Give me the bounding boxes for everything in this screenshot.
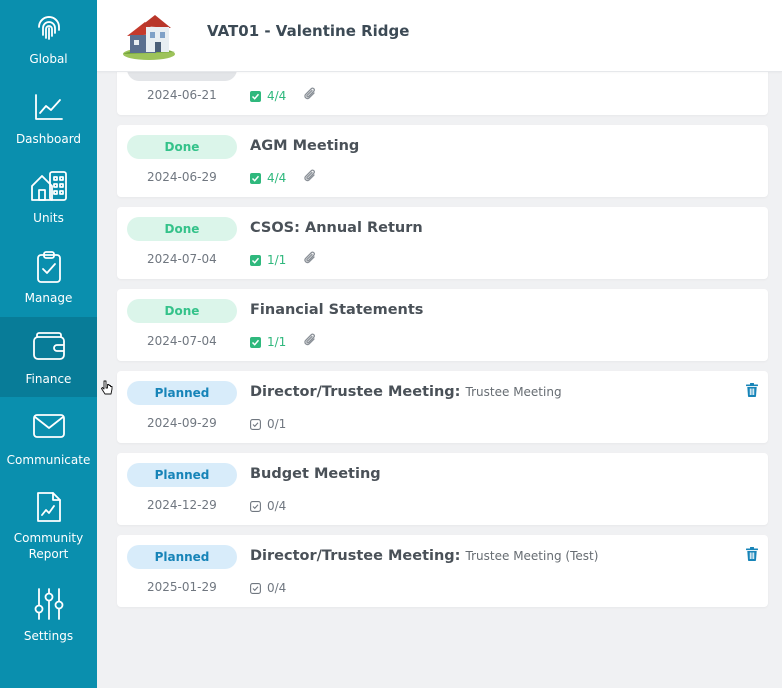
paperclip-icon[interactable] [303,168,317,184]
task-title-text: Financial Statements [250,302,424,318]
task-title: CSOS: Annual Return [250,220,423,236]
estate-logo [123,15,175,60]
task-card[interactable]: Planned Director/Trustee Meeting: Truste… [117,371,768,443]
paperclip-icon[interactable] [303,86,317,102]
sliders-icon [34,588,63,620]
task-date: 2024-12-29 [147,498,217,512]
chart-line-icon [34,94,63,120]
clipboard-check-icon [36,251,61,283]
checklist-progress: 4/4 [250,89,286,103]
document-chart-icon [36,492,61,522]
status-badge: Done [127,299,237,323]
progress-text: 1/1 [267,253,287,267]
task-card[interactable]: Planned Budget Meeting 2024-12-29 0/4 [117,453,768,525]
paperclip-icon[interactable] [303,332,317,348]
task-card[interactable]: Planned Director/Trustee Meeting: Truste… [117,535,768,607]
progress-text: 4/4 [267,171,287,185]
nav-units[interactable]: Units [0,160,97,240]
checkbox-outline-icon [250,582,261,594]
checkbox-outline-icon [250,500,261,512]
task-title: Director/Trustee Meeting: Trustee Meetin… [250,384,562,400]
checkbox-checked-icon [250,254,261,266]
nav-global[interactable]: Global [0,0,97,80]
envelope-icon [32,414,65,438]
task-card[interactable]: Done CSOS: Annual Return 2024-07-04 1/1 [117,207,768,279]
task-title-text: AGM Meeting [250,138,360,154]
nav-communicate[interactable]: Communicate [0,400,97,480]
nav-label: Manage [24,291,73,305]
nav-label: Units [33,211,64,225]
trash-icon[interactable] [746,383,758,397]
task-date: 2024-06-29 [147,170,217,184]
trash-icon[interactable] [746,547,758,561]
nav-label: Community Report [13,531,84,561]
checklist-progress: 0/4 [250,581,286,595]
page-title: VAT01 - Valentine Ridge [207,22,410,40]
status-badge: Planned [127,463,237,487]
checkbox-outline-icon [250,418,261,430]
checkbox-checked-icon [250,336,261,348]
nav-settings[interactable]: Settings [0,580,97,660]
fingerprint-icon [37,16,60,40]
status-badge: Done [127,217,237,241]
progress-text: 0/4 [267,581,287,595]
task-title-text: Director/Trustee Meeting: [250,384,461,400]
task-date: 2025-01-29 [147,580,217,594]
status-badge: Planned [127,381,237,405]
nav-label: Dashboard [15,132,82,146]
checklist-progress: 0/1 [250,417,286,431]
sidebar: Global Dashboard Units Manage Finance Co… [0,0,97,688]
task-title-text: CSOS: Annual Return [250,220,423,236]
status-badge: Done [127,135,237,159]
nav-dashboard[interactable]: Dashboard [0,80,97,160]
task-date: 2024-09-29 [147,416,217,430]
nav-label: Communicate [6,453,91,467]
progress-text: 0/1 [267,417,287,431]
task-card[interactable]: Done Financial Statements 2024-07-04 1/1 [117,289,768,361]
task-title: Financial Statements [250,302,423,318]
paperclip-icon[interactable] [303,250,317,266]
status-badge: Planned [127,545,237,569]
checklist-progress: 0/4 [250,499,286,513]
nav-label: Global [29,52,68,66]
progress-text: 4/4 [267,89,287,103]
checkbox-checked-icon [250,172,261,184]
task-title: Budget Meeting [250,466,381,482]
task-subtitle: Trustee Meeting [465,385,562,399]
task-subtitle: Trustee Meeting (Test) [465,549,599,563]
checklist-progress: 1/1 [250,253,286,267]
task-title: AGM Meeting [250,138,359,154]
units-building-icon [30,171,67,201]
checklist-progress: 1/1 [250,335,286,349]
task-date: 2024-07-04 [147,252,217,266]
nav-label: Settings [23,629,74,643]
progress-text: 1/1 [267,335,287,349]
task-date: 2024-06-21 [147,88,217,102]
task-card[interactable]: Done AGM Meeting 2024-06-29 4/4 [117,125,768,197]
checkbox-checked-icon [250,90,261,102]
task-title-text: Director/Trustee Meeting: [250,548,461,564]
task-title-text: Budget Meeting [250,466,381,482]
page-header: VAT01 - Valentine Ridge [97,0,782,72]
task-date: 2024-07-04 [147,334,217,348]
wallet-icon [32,332,65,360]
checklist-progress: 4/4 [250,171,286,185]
task-title: Director/Trustee Meeting: Trustee Meetin… [250,548,598,564]
task-list: 2024-06-21 4/4 Done AGM Meeting 2024-06-… [97,0,782,688]
nav-manage[interactable]: Manage [0,240,97,320]
nav-community-report[interactable]: Community Report [0,480,97,570]
hand-cursor-icon [101,380,113,395]
nav-label: Finance [25,372,72,386]
nav-finance[interactable]: Finance [0,317,97,397]
progress-text: 0/4 [267,499,287,513]
